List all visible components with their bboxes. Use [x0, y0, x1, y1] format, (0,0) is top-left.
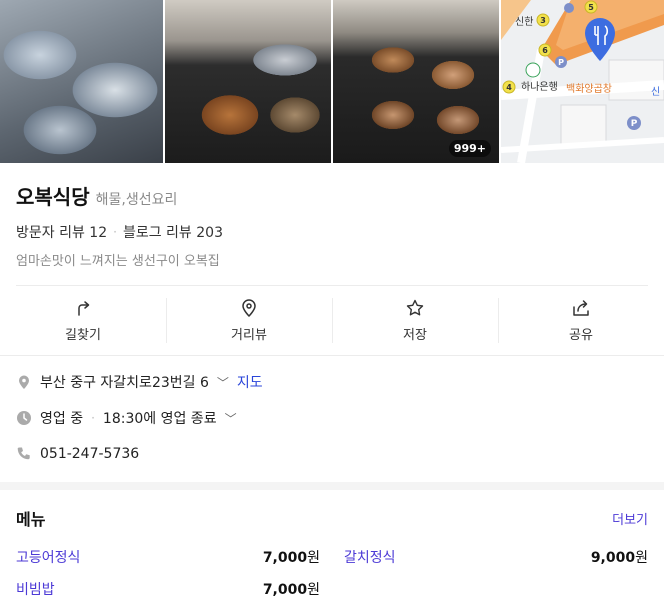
gallery-photo-1[interactable] — [0, 0, 163, 163]
hours-row: 영업 중 · 18:30에 영업 종료 ﹀ — [16, 400, 648, 436]
menu-list: 고등어정식 7,000원 갈치정식 9,000원 비빔밥 7,000원 — [16, 548, 648, 598]
menu-item-price: 7,000원 — [262, 550, 320, 566]
blog-review-link[interactable]: 블로그 리뷰 203 — [123, 222, 223, 242]
map-num-5: 4 — [506, 83, 512, 92]
menu-section: 메뉴 더보기 고등어정식 7,000원 갈치정식 9,000원 비빔밥 7,00… — [0, 490, 664, 598]
gallery-photo-2[interactable] — [165, 0, 331, 163]
address-text: 부산 중구 자갈치로23번길 6 — [40, 375, 209, 391]
chevron-down-icon[interactable]: ﹀ — [217, 374, 229, 391]
map-num-2: 5 — [588, 3, 594, 12]
directions-button[interactable]: 길찾기 — [0, 286, 166, 355]
menu-title: 메뉴 — [16, 510, 46, 529]
place-header: 오복식당 해물,생선요리 방문자 리뷰 12 · 블로그 리뷰 203 엄마손맛… — [0, 163, 664, 269]
location-pin-icon — [242, 299, 256, 318]
menu-item[interactable]: 고등어정식 7,000원 — [16, 548, 320, 566]
directions-icon — [78, 301, 90, 316]
separator-dot: · — [113, 225, 117, 239]
share-button[interactable]: 공유 — [498, 286, 664, 355]
menu-item-name: 비빔밥 — [16, 582, 55, 598]
star-icon — [406, 299, 424, 316]
menu-more-link[interactable]: 더보기 — [612, 509, 648, 528]
map-num-3: 6 — [542, 46, 548, 55]
menu-item[interactable]: 갈치정식 9,000원 — [344, 548, 648, 566]
chevron-down-icon[interactable]: ﹀ — [225, 410, 237, 427]
directions-label: 길찾기 — [65, 328, 101, 343]
menu-item-name: 고등어정식 — [16, 550, 81, 566]
map-num-1: 3 — [540, 16, 546, 25]
menu-item-price: 9,000원 — [590, 550, 648, 566]
mini-map[interactable]: 신한 하나은행 백화양곱창 신 3 5 6 8 4 P P — [500, 0, 664, 164]
map-graphic: 신한 하나은행 백화양곱창 신 3 5 6 8 4 P P — [500, 0, 664, 164]
street-view-button[interactable]: 거리뷰 — [166, 286, 332, 355]
photo-gallery: 999+ 신한 하나은행 백화양곱창 신 3 5 6 4 P P — [0, 0, 664, 164]
map-label-bank-bottom: 하나은행 — [521, 80, 558, 93]
place-info: 부산 중구 자갈치로23번길 6 ﹀ 지도 영업 중 · 18:30에 영업 종… — [0, 356, 664, 490]
business-status: 영업 중 — [40, 411, 84, 427]
map-label-bank-top: 신한 — [515, 16, 533, 28]
separator-dot: · — [91, 411, 95, 425]
business-hours: 18:30에 영업 종료 — [102, 411, 217, 427]
phone-icon — [17, 447, 30, 460]
share-icon — [573, 300, 589, 316]
menu-item-price: 7,000원 — [262, 582, 320, 598]
menu-item[interactable]: 비빔밥 7,000원 — [16, 580, 320, 598]
photo-count-badge: 999+ — [448, 140, 491, 157]
menu-item-name: 갈치정식 — [344, 550, 396, 566]
review-counts: 방문자 리뷰 12 · 블로그 리뷰 203 — [16, 222, 648, 242]
address-row: 부산 중구 자갈치로23번길 6 ﹀ 지도 — [16, 364, 648, 400]
map-label-store: 백화양곱창 — [566, 83, 612, 95]
phone-row: 051-247-5736 — [16, 436, 648, 472]
visitor-review-link[interactable]: 방문자 리뷰 12 — [16, 222, 107, 242]
svg-text:P: P — [558, 58, 564, 67]
place-tagline: 엄마손맛이 느껴지는 생선구이 오복집 — [16, 254, 220, 269]
svg-text:P: P — [631, 119, 638, 129]
location-pin-icon — [19, 375, 29, 389]
street-view-label: 거리뷰 — [231, 328, 267, 343]
save-button[interactable]: 저장 — [332, 286, 498, 355]
share-label: 공유 — [569, 328, 593, 343]
phone-number[interactable]: 051-247-5736 — [40, 446, 139, 462]
gallery-photo-3[interactable]: 999+ — [333, 0, 499, 163]
map-label-edge: 신 — [651, 86, 660, 98]
action-bar: 길찾기 거리뷰 저장 공유 — [0, 286, 664, 356]
place-name: 오복식당 — [16, 185, 90, 209]
save-label: 저장 — [403, 328, 427, 343]
map-link[interactable]: 지도 — [237, 372, 263, 392]
place-category: 해물,생선요리 — [95, 192, 178, 208]
clock-icon — [17, 411, 31, 425]
